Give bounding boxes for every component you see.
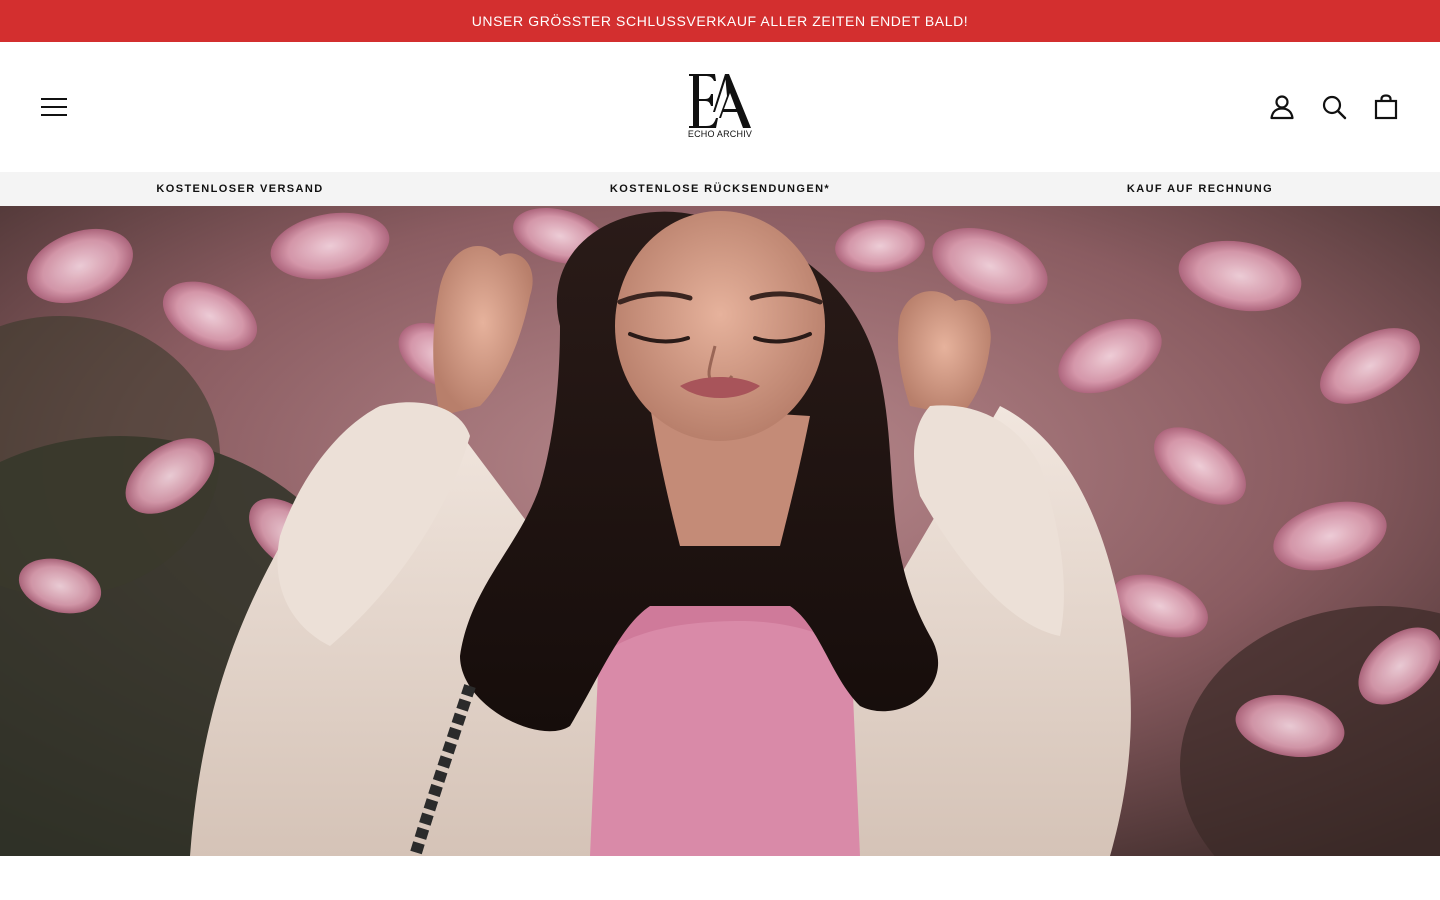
logo-mark [689, 74, 751, 128]
shopping-bag-icon [1374, 94, 1398, 120]
usp-free-returns: KOSTENLOSE RÜCKSENDUNGEN* [609, 183, 831, 195]
search-icon [1322, 95, 1347, 120]
hero-image [0, 206, 1440, 856]
logo-text: ECHO ARCHIV [687, 129, 753, 139]
usp-bar: KOSTENLOSER VERSAND KOSTENLOSE RÜCKSENDU… [0, 172, 1440, 206]
hamburger-menu-icon [41, 98, 67, 116]
usp-invoice-payment: KAUF AUF RECHNUNG [1126, 183, 1274, 195]
search-button[interactable] [1314, 87, 1354, 127]
usp-free-shipping: KOSTENLOSER VERSAND [156, 183, 324, 195]
hero-banner[interactable] [0, 206, 1440, 856]
announcement-bar: UNSER GRÖSSTER SCHLUSSVERKAUF ALLER ZEIT… [0, 0, 1440, 42]
account-button[interactable] [1262, 87, 1302, 127]
site-header: ECHO ARCHIV [0, 42, 1440, 172]
cart-button[interactable] [1366, 87, 1406, 127]
user-icon [1270, 95, 1294, 120]
logo-link[interactable]: ECHO ARCHIV [670, 70, 770, 144]
announcement-text: UNSER GRÖSSTER SCHLUSSVERKAUF ALLER ZEIT… [471, 13, 969, 29]
menu-button[interactable] [34, 87, 74, 127]
